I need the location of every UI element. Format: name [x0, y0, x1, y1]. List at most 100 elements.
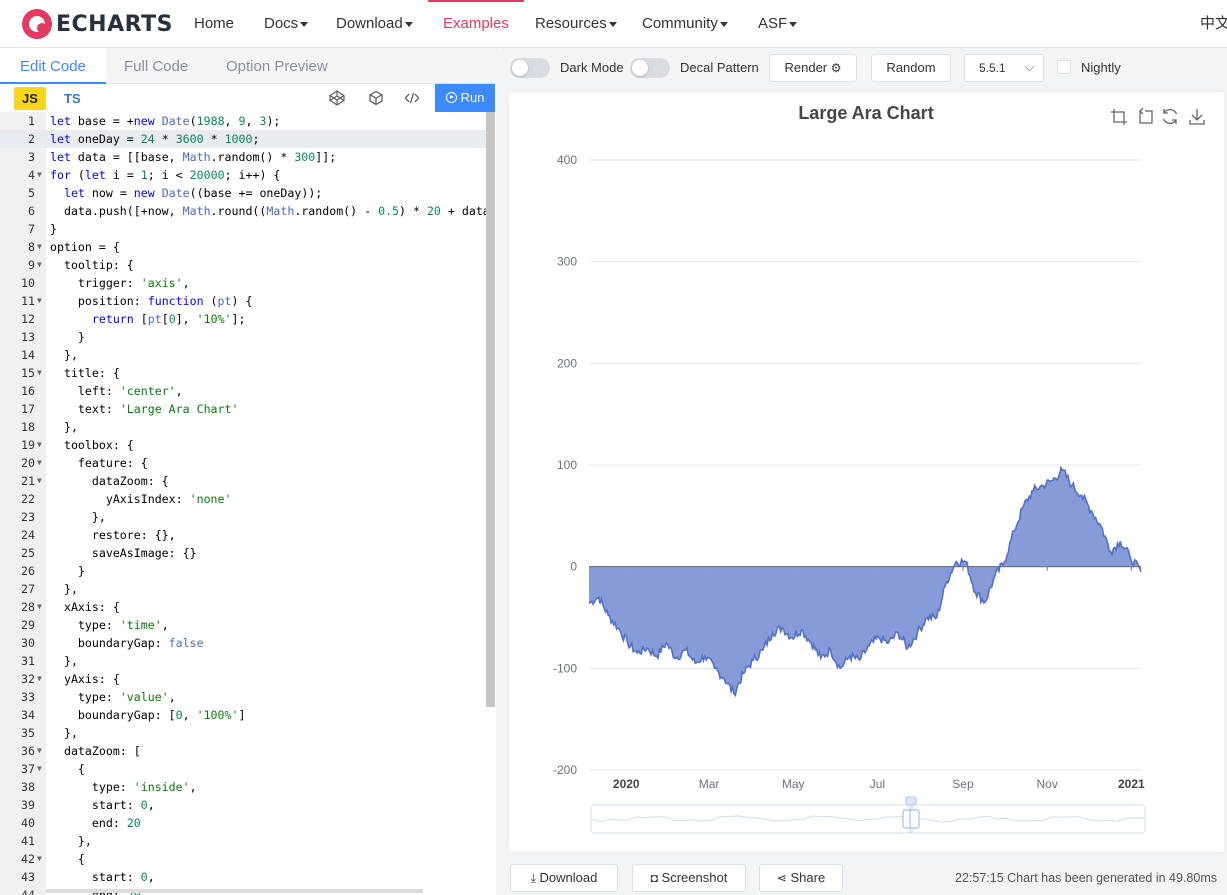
nav-asf[interactable]: ASF	[758, 0, 798, 48]
code-line[interactable]: 34 boundaryGap: [0, '100%']	[0, 706, 486, 724]
fold-arrow-icon[interactable]: ▼	[37, 256, 42, 274]
code-line[interactable]: 25 saveAsImage: {}	[0, 544, 486, 562]
code-line[interactable]: 14 },	[0, 346, 486, 364]
code-text: left: 'center',	[50, 384, 183, 398]
fold-arrow-icon[interactable]: ▼	[37, 238, 42, 256]
code-line[interactable]: 4 ▼ for (let i = 1; i < 20000; i++) {	[0, 166, 486, 184]
share-button[interactable]: ⋖ Share	[759, 864, 843, 892]
nav-resources[interactable]: Resources	[535, 0, 617, 48]
series-area-fill[interactable]	[589, 467, 1141, 696]
code-line[interactable]: 7}	[0, 220, 486, 238]
fold-arrow-icon[interactable]: ▼	[37, 472, 42, 490]
code-line[interactable]: 10 trigger: 'axis',	[0, 274, 486, 292]
tab-full-code[interactable]: Full Code	[124, 48, 188, 84]
code-line[interactable]: 15 ▼ title: {	[0, 364, 486, 382]
save-as-image-icon[interactable]	[1189, 109, 1205, 125]
random-button[interactable]: Random	[871, 54, 951, 82]
nav-download[interactable]: Download	[336, 0, 413, 48]
screenshot-button[interactable]: ◘ Screenshot	[632, 864, 746, 892]
code-line[interactable]: 30 boundaryGap: false	[0, 634, 486, 652]
code-line[interactable]: 33 type: 'value',	[0, 688, 486, 706]
tab-edit-code[interactable]: Edit Code	[0, 48, 106, 84]
zoom-select-icon[interactable]	[1111, 109, 1127, 125]
zoom-reset-icon[interactable]	[1139, 107, 1153, 124]
fold-arrow-icon[interactable]: ▼	[37, 760, 42, 778]
zoom-move-handle[interactable]	[905, 796, 917, 806]
fold-arrow-icon[interactable]: ▼	[37, 670, 42, 688]
code-line[interactable]: 36 ▼ dataZoom: [	[0, 742, 486, 760]
restore-icon[interactable]	[1162, 108, 1178, 125]
code-line[interactable]: 11 ▼ position: function (pt) {	[0, 292, 486, 310]
code-lines[interactable]: 1 let base = +new Date(1988, 9, 3); 2 let o…	[0, 112, 496, 895]
code-line[interactable]: 13 }	[0, 328, 486, 346]
nav-examples[interactable]: Examples	[428, 0, 524, 48]
editor-vertical-scrollbar[interactable]	[486, 112, 495, 707]
version-select[interactable]: 5.5.1	[964, 54, 1044, 82]
series-area[interactable]	[588, 465, 1142, 698]
nav-home[interactable]: Home	[194, 0, 234, 48]
codepen-icon[interactable]	[329, 90, 345, 106]
fold-arrow-icon[interactable]: ▼	[37, 742, 42, 760]
code-line[interactable]: 26 }	[0, 562, 486, 580]
code-line[interactable]: 22 yAxisIndex: 'none'	[0, 490, 486, 508]
area-chart[interactable]: Large Ara Chart 400 300 200 100 0 -100 -200 20…	[509, 92, 1224, 852]
code-line[interactable]: 12 return [pt[0], '10%'];	[0, 310, 486, 328]
download-button[interactable]: ⤓ Download	[510, 864, 618, 892]
data-zoom-slider[interactable]	[590, 796, 1146, 834]
code-line[interactable]: 40 end: 20	[0, 814, 486, 832]
tab-option-preview[interactable]: Option Preview	[226, 48, 328, 84]
code-line[interactable]: 27 },	[0, 580, 486, 598]
code-line[interactable]: 38 type: 'inside',	[0, 778, 486, 796]
code-line[interactable]: 21 ▼ dataZoom: {	[0, 472, 486, 490]
code-line[interactable]: 2 let oneDay = 24 * 3600 * 1000;	[0, 130, 486, 148]
code-line[interactable]: 3 let data = [[base, Math.random() * 300]…	[0, 148, 486, 166]
editor-horizontal-scrollbar[interactable]	[46, 889, 423, 893]
code-line[interactable]: 23 },	[0, 508, 486, 526]
decal-pattern-toggle[interactable]	[630, 58, 670, 78]
code-line[interactable]: 41 },	[0, 832, 486, 850]
echarts-logo[interactable]: ECHARTS	[22, 8, 173, 40]
code-line[interactable]: 19 ▼ toolbox: {	[0, 436, 486, 454]
fold-arrow-icon[interactable]: ▼	[37, 292, 42, 310]
fold-arrow-icon[interactable]: ▼	[37, 454, 42, 472]
chart-container[interactable]: Large Ara Chart 400 300 200 100 0 -100 -200 20…	[509, 92, 1224, 852]
code-line[interactable]: 31 },	[0, 652, 486, 670]
code-line[interactable]: 8 ▼ option = {	[0, 238, 486, 256]
fold-arrow-icon[interactable]: ▼	[37, 436, 42, 454]
code-line[interactable]: 35 },	[0, 724, 486, 742]
code-line[interactable]: 39 start: 0,	[0, 796, 486, 814]
format-code-icon[interactable]	[404, 90, 420, 106]
fold-arrow-icon[interactable]: ▼	[37, 850, 42, 868]
code-line[interactable]: 43 start: 0,	[0, 868, 486, 886]
nav-community[interactable]: Community	[642, 0, 728, 48]
code-line[interactable]: 9 ▼ tooltip: {	[0, 256, 486, 274]
render-button[interactable]: Render ⚙	[769, 54, 857, 82]
fold-arrow-icon[interactable]: ▼	[37, 166, 42, 184]
code-line[interactable]: 16 left: 'center',	[0, 382, 486, 400]
lang-ts-button[interactable]: TS	[64, 87, 81, 110]
code-line[interactable]: 18 },	[0, 418, 486, 436]
lang-js-button[interactable]: JS	[14, 87, 46, 110]
code-line[interactable]: 24 restore: {},	[0, 526, 486, 544]
code-line[interactable]: 37 ▼ {	[0, 760, 486, 778]
code-line[interactable]: 28 ▼ xAxis: {	[0, 598, 486, 616]
code-line[interactable]: 17 text: 'Large Ara Chart'	[0, 400, 486, 418]
code-editor[interactable]: 1 let base = +new Date(1988, 9, 3); 2 let o…	[0, 112, 496, 895]
code-line[interactable]: 6 data.push([+now, Math.round((Math.rand…	[0, 202, 496, 220]
line-number: 6	[28, 204, 35, 218]
code-line[interactable]: 1 let base = +new Date(1988, 9, 3);	[0, 112, 486, 130]
fold-arrow-icon[interactable]: ▼	[37, 364, 42, 382]
language-switch[interactable]: 中文	[1200, 0, 1227, 48]
code-line[interactable]: 29 type: 'time',	[0, 616, 486, 634]
dark-mode-toggle[interactable]	[510, 58, 550, 78]
code-line[interactable]: 5 let now = new Date((base += oneDay));	[0, 184, 486, 202]
codesandbox-icon[interactable]	[368, 90, 384, 106]
nightly-checkbox[interactable]	[1057, 60, 1071, 74]
nav-docs[interactable]: Docs	[264, 0, 309, 48]
zoom-handle-right[interactable]	[909, 809, 920, 829]
run-button[interactable]: Run	[435, 84, 495, 112]
fold-arrow-icon[interactable]: ▼	[37, 598, 42, 616]
code-line[interactable]: 32 ▼ yAxis: {	[0, 670, 486, 688]
code-line[interactable]: 42 ▼ {	[0, 850, 486, 868]
code-line[interactable]: 20 ▼ feature: {	[0, 454, 486, 472]
